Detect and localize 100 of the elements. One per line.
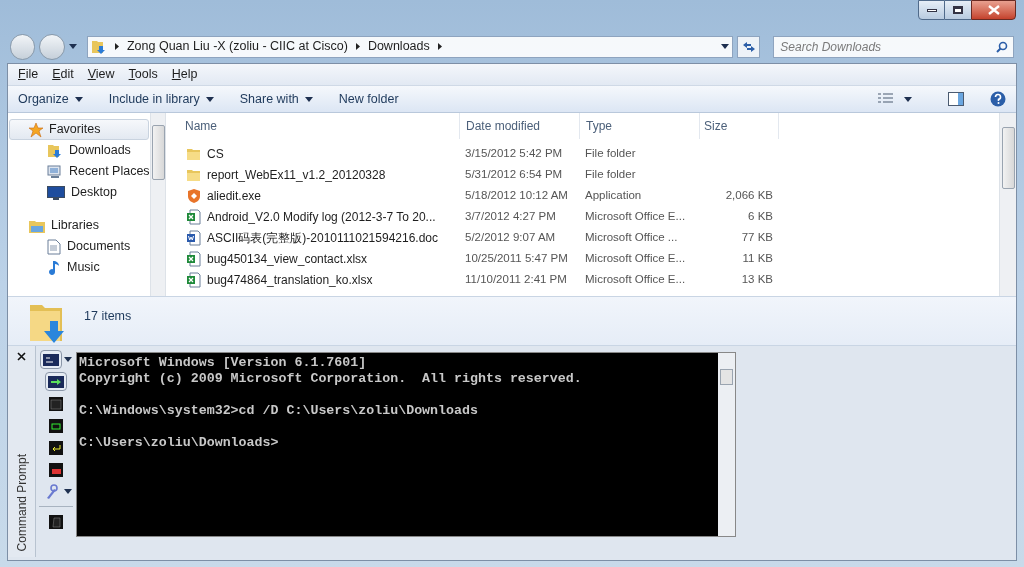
- toolbar-button[interactable]: Include in library: [108, 89, 214, 109]
- file-name[interactable]: report_WebEx11_v1.2_20120328: [207, 165, 386, 184]
- chevron-icon: [437, 43, 442, 50]
- panel-title: Command Prompt: [13, 453, 30, 551]
- computer-icon: [47, 163, 63, 180]
- minimize-button[interactable]: [918, 0, 945, 20]
- type-cell-text: Microsoft Office E...: [584, 208, 687, 224]
- refresh-icon: [741, 40, 756, 53]
- type-cell-text: File folder: [584, 145, 637, 161]
- console-line: Microsoft Windows [Version 6.1.7601]: [79, 355, 367, 371]
- date-cell-text: 11/10/2011 2:41 PM: [464, 271, 568, 287]
- dropdown-caret-icon: [720, 44, 729, 49]
- toolbar-button[interactable]: Organize: [18, 89, 83, 109]
- size-cell-text: 11 KB: [742, 250, 773, 266]
- download-folder-icon: [47, 142, 63, 159]
- document-icon: [186, 229, 202, 246]
- type-cell-text: Microsoft Office E...: [584, 250, 687, 266]
- date-cell-text: 5/31/2012 6:54 PM: [464, 166, 564, 182]
- close-icon[interactable]: [17, 352, 26, 361]
- scrollbar-thumb[interactable]: [1001, 127, 1015, 189]
- maximize-icon: [953, 6, 963, 14]
- date-cell-text: 10/25/2011 5:47 PM: [464, 250, 569, 266]
- help-icon: [990, 91, 1006, 107]
- nav-item[interactable]: Desktop: [9, 182, 150, 203]
- menu-item[interactable]: View: [87, 65, 115, 84]
- date-cell-text: 3/7/2012 4:27 PM: [464, 208, 557, 224]
- nav-group-header[interactable]: Libraries: [9, 215, 149, 236]
- toolbar-button[interactable]: New folder: [338, 89, 399, 109]
- scrollbar[interactable]: [999, 113, 1016, 296]
- column-header[interactable]: Name: [184, 113, 459, 139]
- menu-item[interactable]: Tools: [128, 65, 158, 84]
- spreadsheet-icon: [186, 271, 202, 288]
- caret-icon: [64, 357, 72, 362]
- date-cell-text: 5/18/2012 10:12 AM: [464, 187, 569, 203]
- size-cell-text: 2,066 KB: [725, 187, 773, 203]
- spreadsheet-icon: [186, 208, 202, 225]
- menu-item[interactable]: Edit: [52, 65, 74, 84]
- caret-icon: [205, 96, 214, 102]
- nav-group-header[interactable]: Favorites: [9, 119, 149, 140]
- console-line: C:\Users\zoliu\Downloads>: [79, 435, 279, 451]
- nav-item[interactable]: Recent Places: [9, 161, 150, 182]
- close-icon: [987, 5, 1000, 15]
- caret-icon: [904, 96, 912, 102]
- view-options-button[interactable]: [878, 93, 912, 105]
- toolbar-button[interactable]: Share with: [239, 89, 313, 109]
- file-name[interactable]: aliedit.exe: [207, 186, 262, 205]
- minimize-icon: [926, 8, 937, 12]
- size-cell-text: 6 KB: [748, 208, 773, 224]
- date-cell-text: 3/15/2012 5:42 PM: [464, 145, 564, 161]
- file-name[interactable]: bug450134_view_contact.xlsx: [207, 249, 368, 268]
- maximize-button[interactable]: [945, 0, 971, 20]
- file-name[interactable]: bug474864_translation_ko.xlsx: [207, 270, 373, 289]
- size-cell-text: 13 KB: [741, 271, 773, 287]
- file-name[interactable]: Android_V2.0 Modify log (2012-3-7 To 20...: [207, 207, 436, 226]
- breadcrumb[interactable]: Downloads: [367, 37, 430, 56]
- type-cell-text: Microsoft Office E...: [584, 271, 687, 287]
- scrollbar-thumb[interactable]: [720, 369, 733, 385]
- close-button[interactable]: [971, 0, 1016, 20]
- column-header[interactable]: Size: [699, 113, 779, 139]
- shield-icon: [186, 187, 202, 204]
- file-name[interactable]: CS: [207, 144, 224, 163]
- download-folder-icon: [90, 38, 107, 55]
- scrollbar[interactable]: [718, 353, 735, 536]
- chevron-icon: [355, 43, 360, 50]
- size-cell-text: 77 KB: [741, 229, 773, 245]
- details-view-icon: [878, 93, 894, 105]
- scrollbar[interactable]: [150, 113, 166, 296]
- nav-item[interactable]: Downloads: [9, 140, 150, 161]
- date-cell-text: 5/2/2012 9:07 AM: [464, 229, 557, 245]
- document-icon: [47, 238, 61, 255]
- item-count: 17 items: [84, 308, 132, 325]
- search-icon: [996, 40, 1008, 53]
- star-icon: [28, 121, 44, 138]
- column-header[interactable]: Type: [579, 113, 699, 139]
- spreadsheet-icon: [186, 250, 202, 267]
- nav-item[interactable]: Music: [9, 257, 150, 278]
- caret-icon: [304, 96, 313, 102]
- file-name[interactable]: ASCII码表(完整版)-2010111021594216.doc: [207, 228, 438, 247]
- search-field[interactable]: Search Downloads: [773, 35, 1014, 58]
- help-button[interactable]: [990, 91, 1006, 107]
- nav-item[interactable]: Documents: [9, 236, 150, 257]
- address-bar[interactable]: Zong Quan Liu -X (zoliu - CIIC at Cisco) Downloads: [86, 35, 733, 58]
- menu-item[interactable]: File: [18, 65, 39, 84]
- breadcrumb[interactable]: Zong Quan Liu -X (zoliu - CIIC at Cisco): [126, 37, 348, 56]
- type-cell-text: Microsoft Office ...: [584, 229, 679, 245]
- history-caret-icon: [68, 44, 77, 49]
- type-cell-text: Application: [584, 187, 643, 203]
- type-cell-text: File folder: [584, 166, 637, 182]
- scrollbar-thumb[interactable]: [151, 125, 165, 180]
- refresh-button[interactable]: [736, 35, 761, 58]
- console[interactable]: Microsoft Windows [Version 6.1.7601] Copyright (c) 2009 Microsoft Corporation. All rights reserved. C:\Windows\system32>cd /D C:\Users\zoliu\Downloads C:\Users\zoliu\Downloads>: [76, 352, 736, 537]
- monitor-icon: [47, 185, 65, 200]
- column-header[interactable]: Date modified: [459, 113, 579, 139]
- console-line: Copyright (c) 2009 Microsoft Corporation. All rights reserved.: [79, 371, 582, 387]
- console-line: C:\Windows\system32>cd /D C:\Users\zoliu\Downloads: [79, 403, 478, 419]
- prompt-icon[interactable]: [40, 350, 62, 369]
- preview-pane-button[interactable]: [948, 92, 964, 106]
- preview-pane-icon: [948, 92, 964, 106]
- menu-item[interactable]: Help: [171, 65, 198, 84]
- run-icon[interactable]: [45, 372, 67, 391]
